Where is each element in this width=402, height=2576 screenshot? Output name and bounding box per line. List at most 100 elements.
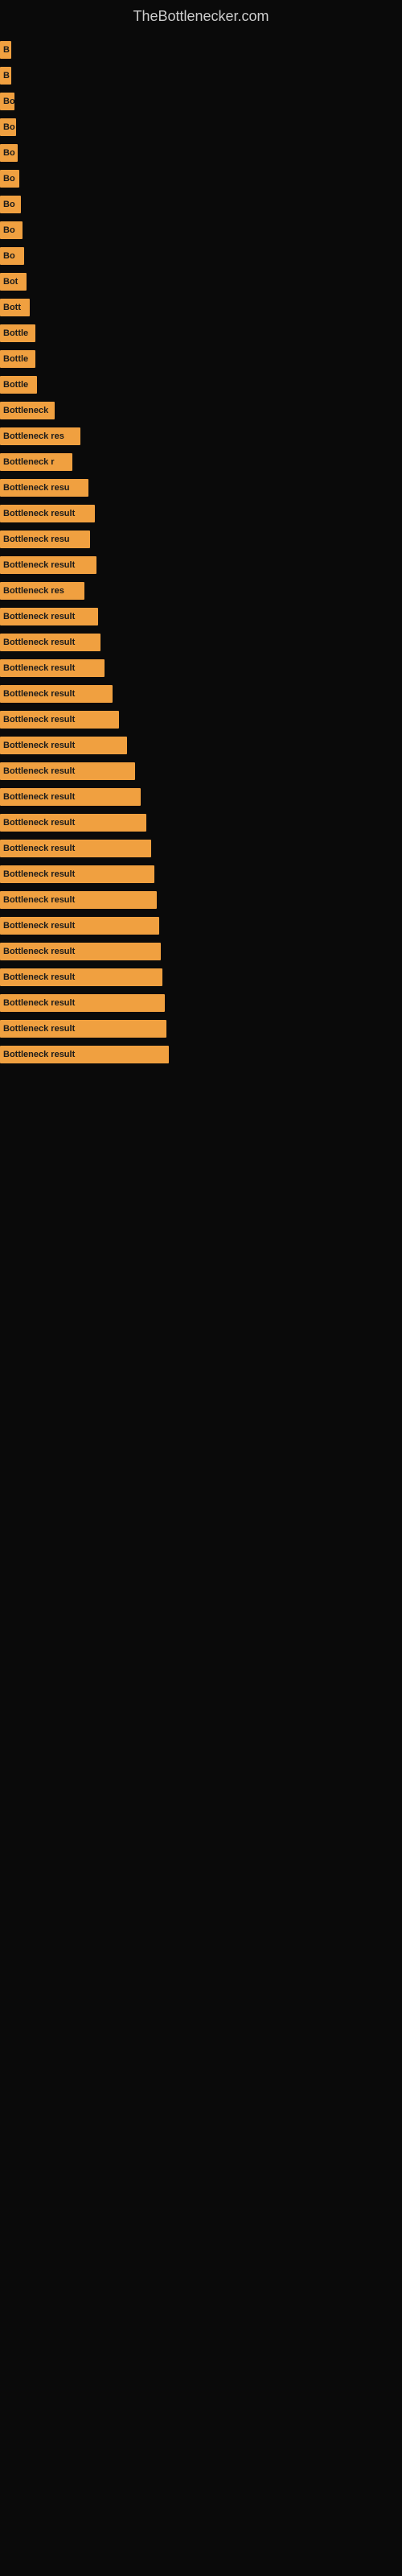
- bar-label: Bo: [3, 97, 14, 106]
- bar-label: Bottleneck result: [3, 792, 75, 802]
- bar-item: Bottleneck res: [0, 582, 84, 600]
- bar-row: Bottleneck result: [0, 967, 402, 988]
- bar-row: Bottleneck result: [0, 915, 402, 936]
- bar-label: Bottleneck res: [3, 431, 64, 441]
- bar-label: Bottleneck result: [3, 560, 75, 570]
- bar-item: Bottleneck result: [0, 711, 119, 729]
- bar-item: Bo: [0, 118, 16, 136]
- bar-label: Bottleneck result: [3, 766, 75, 776]
- bar-item: Bottleneck result: [0, 840, 151, 857]
- bar-label: Bottleneck: [3, 406, 48, 415]
- bar-label: B: [3, 71, 10, 80]
- bar-item: Bo: [0, 196, 21, 213]
- bar-label: Bottleneck result: [3, 921, 75, 931]
- bar-label: Bottleneck result: [3, 947, 75, 956]
- bar-row: Bottle: [0, 323, 402, 344]
- bar-label: Bottleneck result: [3, 612, 75, 621]
- bar-label: Bottleneck result: [3, 1024, 75, 1034]
- bar-label: Bo: [3, 225, 15, 235]
- bar-row: Bottleneck result: [0, 890, 402, 910]
- bar-label: Bottle: [3, 354, 28, 364]
- bar-row: Bottle: [0, 349, 402, 369]
- bar-item: Bottleneck result: [0, 1020, 166, 1038]
- bar-item: Bo: [0, 144, 18, 162]
- bar-label: Bo: [3, 174, 15, 184]
- bar-item: B: [0, 41, 11, 59]
- bar-row: Bottleneck result: [0, 503, 402, 524]
- bar-label: Bottleneck result: [3, 869, 75, 879]
- bar-item: Bottleneck result: [0, 737, 127, 754]
- bar-row: Bo: [0, 168, 402, 189]
- bar-label: Bottleneck result: [3, 663, 75, 673]
- bar-item: Bo: [0, 170, 19, 188]
- bar-item: Bottleneck res: [0, 427, 80, 445]
- bar-item: Bottleneck result: [0, 556, 96, 574]
- bar-row: Bottleneck result: [0, 761, 402, 782]
- bar-label: Bottleneck result: [3, 689, 75, 699]
- bar-item: Bottleneck result: [0, 659, 105, 677]
- bar-row: Bottleneck result: [0, 993, 402, 1013]
- bar-row: Bottleneck result: [0, 812, 402, 833]
- bar-row: Bottleneck resu: [0, 477, 402, 498]
- bar-item: Bottle: [0, 350, 35, 368]
- bar-label: Bo: [3, 148, 15, 158]
- bar-row: Bott: [0, 297, 402, 318]
- bar-item: Bottleneck result: [0, 814, 146, 832]
- bar-row: Bo: [0, 117, 402, 138]
- bar-row: Bottleneck result: [0, 864, 402, 885]
- bar-label: Bottleneck result: [3, 638, 75, 647]
- bar-row: Bottleneck result: [0, 555, 402, 576]
- bar-label: Bottleneck result: [3, 818, 75, 828]
- bar-item: Bottleneck result: [0, 685, 113, 703]
- site-title: TheBottlenecker.com: [0, 0, 402, 29]
- bar-label: Bottleneck result: [3, 972, 75, 982]
- bar-item: Bottleneck result: [0, 634, 100, 651]
- bar-item: Bo: [0, 247, 24, 265]
- bar-row: Bottleneck res: [0, 580, 402, 601]
- bar-item: Bottleneck resu: [0, 530, 90, 548]
- bar-item: Bottleneck result: [0, 608, 98, 625]
- bar-item: Bot: [0, 273, 27, 291]
- bar-label: Bottleneck result: [3, 895, 75, 905]
- bar-item: Bottleneck result: [0, 865, 154, 883]
- bar-label: Bott: [3, 303, 21, 312]
- bar-row: Bo: [0, 194, 402, 215]
- bar-row: Bottleneck result: [0, 709, 402, 730]
- bar-label: Bottle: [3, 328, 28, 338]
- bar-row: Bottleneck: [0, 400, 402, 421]
- bar-item: Bottleneck: [0, 402, 55, 419]
- bar-item: Bottle: [0, 324, 35, 342]
- bar-row: Bottleneck res: [0, 426, 402, 447]
- bar-item: Bottleneck result: [0, 943, 161, 960]
- bar-label: Bottleneck resu: [3, 483, 70, 493]
- bar-label: Bottleneck res: [3, 586, 64, 596]
- bar-label: Bottle: [3, 380, 28, 390]
- bar-item: Bo: [0, 221, 23, 239]
- bar-row: Bo: [0, 91, 402, 112]
- bar-label: Bo: [3, 122, 15, 132]
- bar-row: Bo: [0, 246, 402, 266]
- bar-label: B: [3, 45, 10, 55]
- bar-label: Bottleneck result: [3, 1050, 75, 1059]
- bar-item: Bottleneck resu: [0, 479, 88, 497]
- bar-row: Bottleneck result: [0, 658, 402, 679]
- bar-row: Bottleneck result: [0, 632, 402, 653]
- bar-item: Bottleneck r: [0, 453, 72, 471]
- bar-row: Bottle: [0, 374, 402, 395]
- bar-item: Bottleneck result: [0, 994, 165, 1012]
- bar-item: Bott: [0, 299, 30, 316]
- bar-row: Bottleneck resu: [0, 529, 402, 550]
- bar-item: Bottleneck result: [0, 1046, 169, 1063]
- bar-label: Bottleneck resu: [3, 535, 70, 544]
- bar-row: B: [0, 39, 402, 60]
- bar-item: Bottleneck result: [0, 891, 157, 909]
- bar-label: Bo: [3, 251, 15, 261]
- bar-row: B: [0, 65, 402, 86]
- bar-label: Bottleneck r: [3, 457, 55, 467]
- bar-row: Bottleneck r: [0, 452, 402, 473]
- bar-row: Bottleneck result: [0, 786, 402, 807]
- bar-item: Bottleneck result: [0, 762, 135, 780]
- bar-label: Bot: [3, 277, 18, 287]
- bar-label: Bo: [3, 200, 15, 209]
- bar-item: Bo: [0, 93, 14, 110]
